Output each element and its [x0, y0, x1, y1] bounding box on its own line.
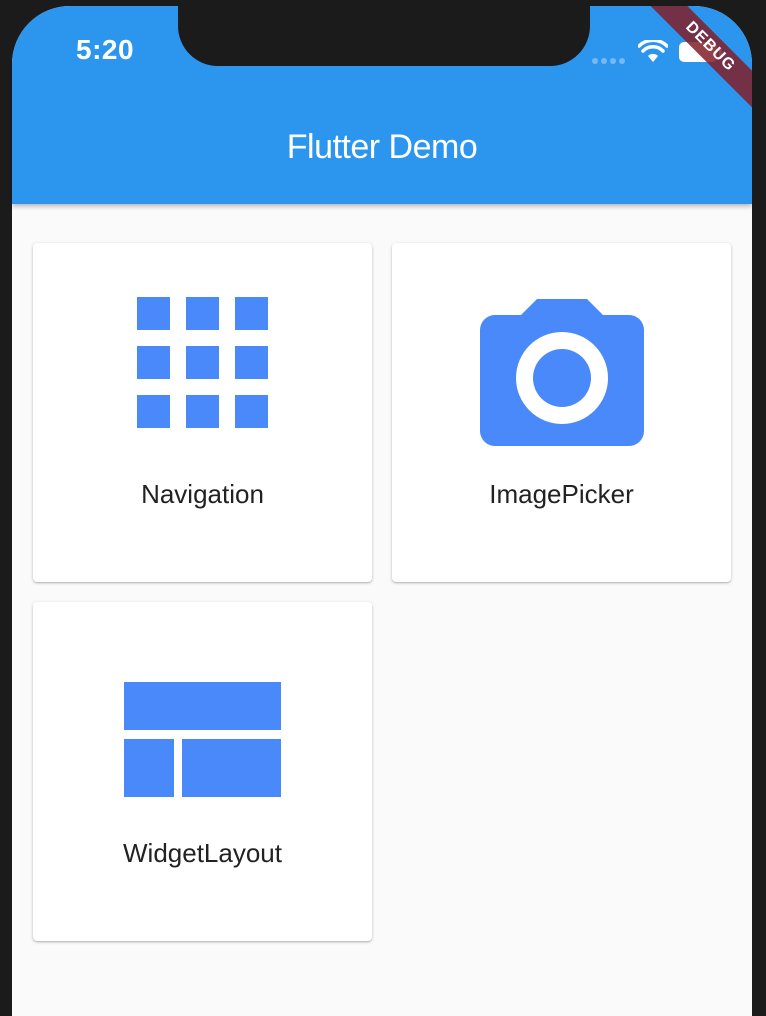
phone-screen: 5:20 Flutter Demo DEBUG Navigation Image…: [12, 6, 752, 1016]
navigation-label: Navigation: [141, 479, 264, 509]
app-bar: 5:20 Flutter Demo: [12, 6, 752, 204]
apps-grid-icon: [33, 297, 372, 429]
navigation-card[interactable]: Navigation: [33, 243, 372, 582]
device-notch: [178, 6, 590, 66]
layout-icon: [33, 682, 372, 798]
widget-layout-card[interactable]: WidgetLayout: [33, 602, 372, 941]
image-picker-card[interactable]: ImagePicker: [392, 243, 731, 582]
wifi-icon: [638, 40, 668, 62]
status-time: 5:20: [76, 34, 135, 65]
image-picker-label: ImagePicker: [489, 479, 634, 509]
app-bar-title: Flutter Demo: [286, 128, 478, 166]
widget-layout-label: WidgetLayout: [123, 838, 282, 868]
menu-grid: Navigation ImagePicker WidgetLayout: [33, 243, 731, 941]
camera-icon: [392, 297, 731, 447]
signal-icon: [592, 58, 625, 64]
